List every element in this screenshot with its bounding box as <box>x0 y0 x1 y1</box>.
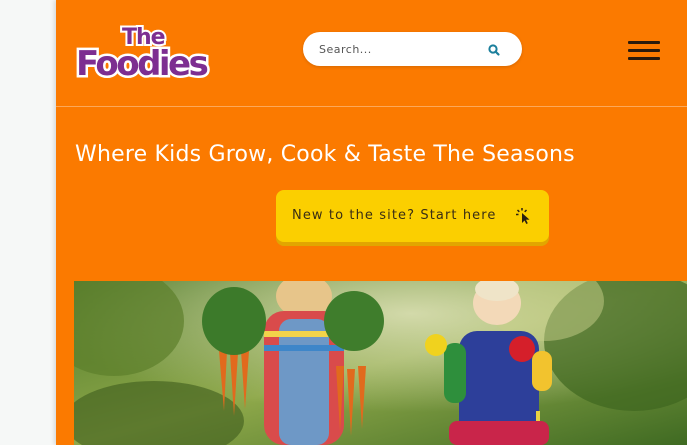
header-divider <box>56 106 687 107</box>
logo-graphic: The Foodies <box>74 23 213 82</box>
site-logo[interactable]: The Foodies <box>74 20 216 82</box>
start-here-label: New to the site? Start here <box>292 208 497 223</box>
pointer-click-icon <box>515 207 533 225</box>
search-icon[interactable] <box>487 42 501 56</box>
site-header: The Foodies <box>56 0 687 106</box>
search-bar <box>303 32 522 66</box>
hero-tagline: Where Kids Grow, Cook & Taste The Season… <box>75 142 575 167</box>
hamburger-menu-icon[interactable] <box>628 38 660 62</box>
svg-text:Foodies: Foodies <box>76 44 208 82</box>
search-input[interactable] <box>319 40 479 58</box>
main-panel: The Foodies Where Kids Grow, Cook & Tast… <box>56 0 687 445</box>
hero-image <box>74 281 687 445</box>
page-left-margin <box>0 0 56 445</box>
start-here-button[interactable]: New to the site? Start here <box>276 190 549 242</box>
